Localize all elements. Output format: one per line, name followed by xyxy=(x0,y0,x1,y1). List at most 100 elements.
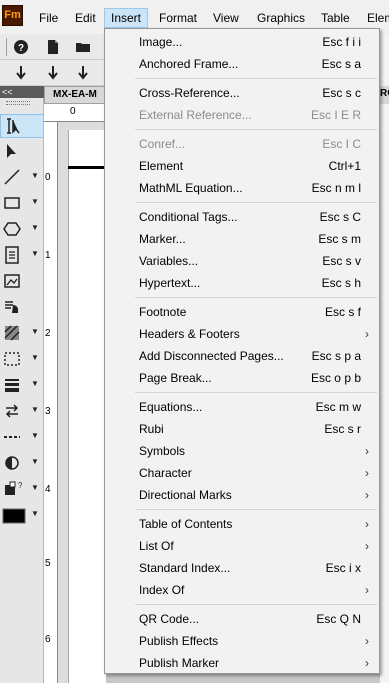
menu-item-directional-marks[interactable]: Directional Marks › xyxy=(105,484,379,506)
chevron-down-icon[interactable]: ▼ xyxy=(31,353,39,362)
tool-fill-pattern[interactable]: ? ▼ xyxy=(0,478,44,502)
menu-insert[interactable]: Insert xyxy=(104,8,149,28)
menu-item-variables[interactable]: Variables... Esc s v xyxy=(105,250,379,272)
menu-view[interactable]: View xyxy=(207,8,245,28)
image-frame-icon xyxy=(2,271,22,291)
menu-item-publish-effects[interactable]: Publish Effects › xyxy=(105,630,379,652)
chevron-down-icon[interactable]: ▼ xyxy=(31,327,39,336)
menu-element[interactable]: Elem xyxy=(361,8,389,28)
tool-image-frame[interactable] xyxy=(0,270,44,294)
menu-item-add-disconnected-pages[interactable]: Add Disconnected Pages... Esc s p a xyxy=(105,345,379,367)
menu-table[interactable]: Table xyxy=(315,8,356,28)
menu-item-qr-code[interactable]: QR Code... Esc Q N xyxy=(105,608,379,630)
chevron-right-icon: › xyxy=(365,444,369,458)
menu-item-table-of-contents[interactable]: Table of Contents › xyxy=(105,513,379,535)
menu-file[interactable]: File xyxy=(33,8,64,28)
tools-panel-grip[interactable] xyxy=(6,101,30,105)
menu-item-external-reference[interactable]: External Reference... Esc I E R xyxy=(105,104,379,126)
chevron-down-icon[interactable]: ▼ xyxy=(31,431,39,440)
tool-tint[interactable]: ▼ xyxy=(0,452,44,476)
help-icon[interactable]: ? xyxy=(12,38,30,56)
menu-item-page-break[interactable]: Page Break... Esc o p b xyxy=(105,367,379,389)
hatch-pattern-icon xyxy=(2,323,22,343)
menu-item-character[interactable]: Character › xyxy=(105,462,379,484)
menu-item-marker[interactable]: Marker... Esc s m xyxy=(105,228,379,250)
tool-line-weight[interactable]: ▼ xyxy=(0,374,44,398)
chevron-down-icon[interactable]: ▼ xyxy=(31,405,39,414)
menu-item-footnote[interactable]: Footnote Esc s f xyxy=(105,301,379,323)
menu-separator xyxy=(135,78,377,79)
chevron-down-icon[interactable]: ▼ xyxy=(31,249,39,258)
open-folder-icon[interactable] xyxy=(74,38,92,56)
right-edge-panel xyxy=(380,34,389,683)
chevron-down-icon[interactable]: ▼ xyxy=(31,509,39,518)
menu-item-conref[interactable]: Conref... Esc I C xyxy=(105,133,379,155)
menu-item-headers-footers[interactable]: Headers & Footers › xyxy=(105,323,379,345)
new-document-icon[interactable] xyxy=(44,38,62,56)
chevron-right-icon: › xyxy=(365,583,369,597)
menu-graphics[interactable]: Graphics xyxy=(251,8,311,28)
ruler-label: 0 xyxy=(45,172,51,183)
toolbar-row-1: ? xyxy=(0,34,105,60)
menu-item-equations[interactable]: Equations... Esc m w xyxy=(105,396,379,418)
ruler-label: 6 xyxy=(45,634,51,645)
tool-hatch-pattern[interactable]: ▼ xyxy=(0,322,44,346)
menu-separator xyxy=(135,129,377,130)
menu-item-hypertext[interactable]: Hypertext... Esc s h xyxy=(105,272,379,294)
chevron-down-icon[interactable]: ▼ xyxy=(31,197,39,206)
tools-panel-collapse[interactable]: << xyxy=(0,86,44,98)
menu-item-standard-index[interactable]: Standard Index... Esc i x xyxy=(105,557,379,579)
menu-item-index-of[interactable]: Index Of › xyxy=(105,579,379,601)
dash-style-icon xyxy=(2,427,22,447)
menu-item-publish-marker[interactable]: Publish Marker › xyxy=(105,652,379,674)
download-arrow-icon[interactable] xyxy=(74,64,92,82)
insert-menu-dropdown: Image... Esc f i i Anchored Frame... Esc s… xyxy=(104,28,380,674)
tool-color-swatch[interactable]: ▼ xyxy=(0,504,44,528)
menu-edit[interactable]: Edit xyxy=(69,8,102,28)
horizontal-ruler: 0 xyxy=(44,104,106,122)
chevron-down-icon[interactable]: ▼ xyxy=(31,483,39,492)
ruler-label: 5 xyxy=(45,558,51,569)
tool-text-select[interactable] xyxy=(0,114,44,138)
menu-item-cross-reference[interactable]: Cross-Reference... Esc s c xyxy=(105,82,379,104)
tool-pointer[interactable] xyxy=(0,140,44,164)
chevron-down-icon[interactable]: ▼ xyxy=(31,223,39,232)
tool-polygon[interactable]: ▼ xyxy=(0,218,44,242)
ruler-label: 3 xyxy=(45,406,51,417)
menu-item-list-of[interactable]: List Of › xyxy=(105,535,379,557)
fill-pattern-icon: ? xyxy=(2,479,23,499)
tool-dash-style[interactable]: ▼ xyxy=(0,426,44,450)
document-page[interactable] xyxy=(68,130,106,683)
menu-item-image[interactable]: Image... Esc f i i xyxy=(105,31,379,53)
hand-icon xyxy=(2,297,22,317)
pointer-arrow-icon xyxy=(2,141,22,161)
menu-separator xyxy=(135,297,377,298)
chevron-down-icon[interactable]: ▼ xyxy=(31,457,39,466)
chevron-down-icon[interactable]: ▼ xyxy=(31,171,39,180)
download-arrow-icon[interactable] xyxy=(12,64,30,82)
app-logo: Fm xyxy=(2,5,23,26)
menu-item-symbols[interactable]: Symbols › xyxy=(105,440,379,462)
menu-item-anchored-frame[interactable]: Anchored Frame... Esc s a xyxy=(105,53,379,75)
menu-item-element[interactable]: Element Ctrl+1 xyxy=(105,155,379,177)
menu-format[interactable]: Format xyxy=(153,8,203,28)
tool-hand[interactable] xyxy=(0,296,44,320)
menu-separator xyxy=(135,604,377,605)
tool-dashed-rect[interactable]: ▼ xyxy=(0,348,44,372)
chevron-right-icon: › xyxy=(365,327,369,341)
rectangle-icon xyxy=(2,193,22,213)
tool-line[interactable]: ▼ xyxy=(0,166,44,190)
tool-arrow-swap[interactable]: ▼ xyxy=(0,400,44,424)
color-swatch-icon xyxy=(2,505,26,525)
document-canvas[interactable] xyxy=(58,122,106,683)
menu-item-conditional-tags[interactable]: Conditional Tags... Esc s C xyxy=(105,206,379,228)
tool-rectangle[interactable]: ▼ xyxy=(0,192,44,216)
document-tab-2[interactable]: RO xyxy=(380,86,389,104)
chevron-down-icon[interactable]: ▼ xyxy=(31,379,39,388)
ruler-label: 2 xyxy=(45,328,51,339)
menu-item-mathml-equation[interactable]: MathML Equation... Esc n m l xyxy=(105,177,379,199)
download-arrow-icon[interactable] xyxy=(44,64,62,82)
tool-note[interactable]: ▼ xyxy=(0,244,44,268)
document-tab[interactable]: MX-EA-M xyxy=(44,86,106,104)
menu-item-rubi[interactable]: Rubi Esc s r xyxy=(105,418,379,440)
